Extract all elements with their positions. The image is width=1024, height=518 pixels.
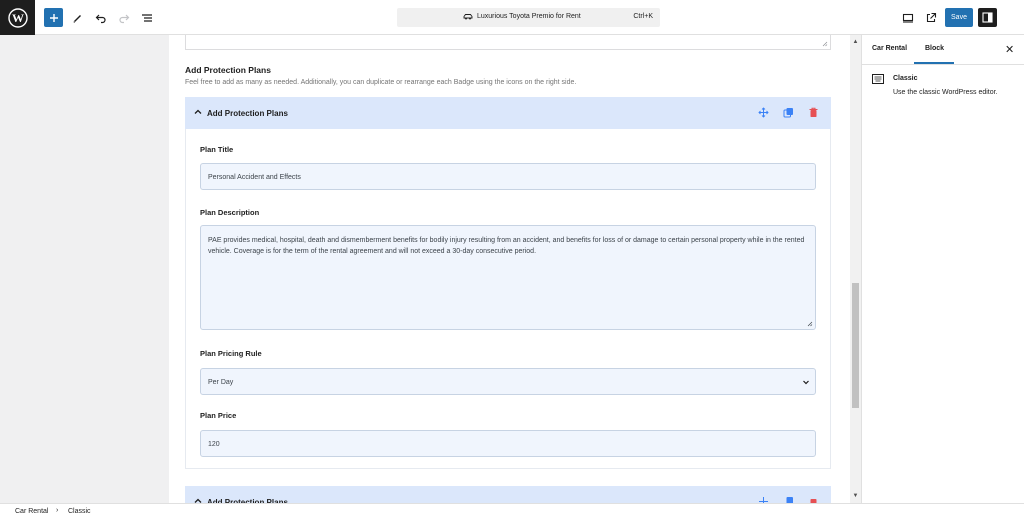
canvas-left-margin [0, 35, 169, 503]
plan-price-input[interactable]: 120 [200, 430, 816, 457]
tools-button[interactable] [67, 8, 86, 27]
add-block-button[interactable] [44, 8, 63, 27]
resize-grip-icon[interactable] [822, 41, 828, 47]
list-view-icon [141, 13, 152, 22]
command-shortcut: Ctrl+K [633, 13, 653, 20]
plan-price-label: Plan Price [200, 411, 237, 420]
editor-scrollbar[interactable]: ▲ ▼ [850, 35, 861, 503]
section-description: Feel free to add as many as needed. Addi… [185, 79, 577, 86]
settings-sidebar: Car Rental Block ✕ Classic Use the class… [861, 35, 1024, 503]
view-button[interactable] [898, 8, 917, 27]
chevron-right-icon: › [56, 507, 59, 514]
pricing-rule-select[interactable]: Per Day [200, 368, 816, 395]
car-icon [463, 13, 473, 22]
tabs-divider [862, 64, 1024, 65]
scroll-up-icon[interactable]: ▲ [852, 39, 859, 45]
scroll-thumb[interactable] [852, 283, 859, 408]
svg-text:W: W [12, 11, 24, 25]
external-link-icon [926, 12, 936, 22]
close-settings-icon[interactable]: ✕ [1005, 43, 1014, 56]
document-overview-button[interactable] [137, 8, 156, 27]
settings-toggle-button[interactable] [978, 8, 997, 27]
redo-icon [118, 14, 129, 23]
undo-icon [95, 14, 106, 23]
plus-icon [49, 13, 58, 22]
section-title: Add Protection Plans [185, 65, 271, 75]
resize-grip-icon[interactable] [807, 321, 813, 327]
plan-description-textarea[interactable]: PAE provides medical, hospital, death an… [200, 225, 816, 330]
classic-block-icon [872, 74, 884, 84]
pricing-rule-value: Per Day [208, 379, 234, 386]
block-breadcrumb: Car Rental › Classic [0, 503, 1024, 518]
plan-title-label: Plan Title [200, 145, 234, 154]
desktop-icon [902, 13, 913, 23]
protection-plan-panel-header[interactable]: Add Protection Plans [185, 97, 831, 129]
trash-icon[interactable] [808, 107, 819, 118]
pencil-icon [73, 14, 81, 23]
plan-description-label: Plan Description [200, 208, 260, 217]
plan-description-text: PAE provides medical, hospital, death an… [208, 237, 805, 255]
move-icon[interactable] [758, 107, 769, 118]
duplicate-icon[interactable] [783, 107, 794, 118]
block-name: Classic [893, 75, 918, 82]
plan-title-input[interactable]: Personal Accident and Effects [200, 163, 816, 190]
document-bar[interactable]: Luxurious Toyota Premio for Rent Ctrl+K [397, 8, 660, 27]
wordpress-logo-icon[interactable]: W [0, 0, 35, 35]
editor-toolbar: W Luxurious Toyota Premio for Rent Ctrl+… [0, 0, 1024, 35]
tab-block[interactable]: Block [925, 45, 944, 52]
save-button[interactable]: Save [945, 8, 973, 27]
breadcrumb-item-car-rental[interactable]: Car Rental [15, 508, 48, 515]
pricing-rule-label: Plan Pricing Rule [200, 349, 262, 358]
redo-button[interactable] [114, 8, 133, 27]
chevron-up-icon[interactable] [193, 107, 203, 117]
panel-title: Add Protection Plans [207, 109, 288, 118]
block-description: Use the classic WordPress editor. [893, 89, 998, 96]
undo-button[interactable] [91, 8, 110, 27]
tab-car-rental[interactable]: Car Rental [872, 45, 907, 52]
document-title: Luxurious Toyota Premio for Rent [477, 13, 581, 20]
chevron-down-icon [803, 380, 809, 385]
preview-button[interactable] [921, 8, 940, 27]
breadcrumb-item-classic[interactable]: Classic [68, 508, 91, 515]
sidebar-toggle-icon [982, 12, 993, 23]
previous-textarea[interactable] [185, 35, 831, 50]
canvas-right-margin [831, 35, 850, 503]
scroll-down-icon[interactable]: ▼ [852, 493, 859, 499]
